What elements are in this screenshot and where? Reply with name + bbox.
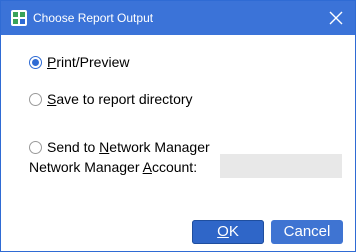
choose-report-output-dialog: Choose Report Output Print/Preview Save … (0, 0, 356, 252)
access-key: P (47, 54, 57, 70)
radio-label-send-to-network-manager: Send to Network Manager (47, 139, 210, 155)
title-bar: Choose Report Output (1, 1, 355, 35)
radio-save-to-directory[interactable]: Save to report directory (29, 90, 193, 108)
report-app-icon (11, 10, 27, 26)
radio-indicator-send-to-network-manager[interactable] (29, 140, 42, 154)
access-key: S (47, 91, 57, 107)
radio-indicator-print-preview[interactable] (29, 55, 42, 69)
access-key: N (99, 139, 110, 155)
label-part: etwork Manager (109, 139, 210, 155)
access-key: O (217, 223, 229, 240)
close-icon (329, 11, 343, 25)
label-part: ave to report directory (56, 91, 193, 107)
label-part: Network Manager (29, 159, 143, 175)
close-button[interactable] (317, 1, 355, 35)
label-part: rint/Preview (56, 54, 130, 70)
cancel-button[interactable]: Cancel (271, 220, 343, 244)
ok-button[interactable]: OK (192, 220, 264, 244)
access-key: A (142, 159, 152, 175)
network-manager-account-input[interactable] (220, 154, 342, 178)
radio-print-preview[interactable]: Print/Preview (29, 53, 129, 71)
network-manager-account-label: Network Manager Account: (29, 159, 197, 175)
radio-label-save-to-directory: Save to report directory (47, 91, 193, 107)
radio-send-to-network-manager[interactable]: Send to Network Manager (29, 138, 210, 156)
label-part: ccount: (151, 159, 198, 175)
label-part: K (228, 223, 239, 240)
radio-indicator-save-to-directory[interactable] (29, 92, 42, 106)
radio-label-print-preview: Print/Preview (47, 54, 129, 70)
window-title: Choose Report Output (33, 11, 154, 25)
label-part: Send to (47, 139, 100, 155)
